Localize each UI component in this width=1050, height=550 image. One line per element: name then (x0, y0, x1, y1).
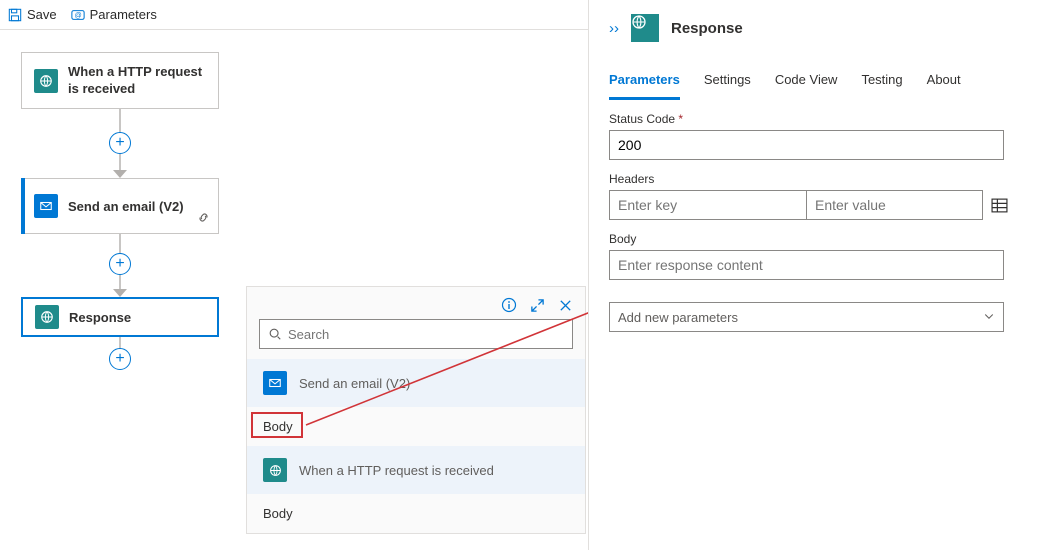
email-icon (263, 371, 287, 395)
node-email-label: Send an email (V2) (68, 199, 184, 214)
details-panel: ›› Response Parameters Settings Code Vie… (588, 0, 1050, 550)
search-input[interactable] (282, 327, 564, 342)
dynamic-content-picker: Send an email (V2) Body When a HTTP requ… (246, 286, 586, 534)
save-icon (8, 8, 22, 22)
field-headers: Headers (589, 160, 1050, 220)
link-icon (197, 211, 210, 227)
node-response-label: Response (69, 310, 131, 325)
picker-email-label: Send an email (V2) (299, 376, 410, 391)
add-step-button[interactable]: + (109, 253, 131, 275)
field-status-code: Status Code * (589, 100, 1050, 160)
tab-parameters[interactable]: Parameters (609, 66, 680, 100)
tab-settings[interactable]: Settings (704, 66, 751, 100)
header-value-input[interactable] (806, 190, 983, 220)
picker-search[interactable] (259, 319, 573, 349)
body-input[interactable] (609, 250, 1004, 280)
expand-icon[interactable] (529, 297, 545, 313)
body-text-2: Body (263, 506, 293, 521)
tab-codeview[interactable]: Code View (775, 66, 838, 100)
node-send-email[interactable]: Send an email (V2) (21, 178, 219, 234)
parameters-button[interactable]: @ Parameters (71, 7, 157, 22)
save-label: Save (27, 7, 57, 22)
field-body: Body (589, 220, 1050, 280)
panel-header: ›› Response (589, 0, 1050, 56)
status-code-input[interactable] (609, 130, 1004, 160)
header-key-input[interactable] (609, 190, 806, 220)
status-label: Status Code (609, 112, 675, 126)
connector (119, 109, 121, 133)
parameters-icon: @ (71, 8, 85, 22)
chevron-down-icon (983, 310, 995, 325)
field-add-params: Add new parameters (589, 280, 1050, 332)
info-icon[interactable] (501, 297, 517, 313)
parameters-label: Parameters (90, 7, 157, 22)
tab-testing[interactable]: Testing (861, 66, 902, 100)
connector (119, 234, 121, 254)
picker-toolbar (247, 287, 585, 319)
arrow-down-icon (113, 170, 127, 178)
node-http-label: When a HTTP request is received (68, 64, 206, 97)
globe-icon (263, 458, 287, 482)
collapse-icon[interactable]: ›› (609, 20, 619, 37)
panel-title: Response (671, 20, 743, 37)
left-accent (21, 178, 25, 234)
body-label: Body (609, 232, 1030, 246)
node-http-trigger[interactable]: When a HTTP request is received (21, 52, 219, 109)
close-icon[interactable] (557, 297, 573, 313)
table-mode-icon[interactable] (991, 197, 1008, 214)
http-icon (34, 69, 58, 93)
picker-http-label: When a HTTP request is received (299, 463, 494, 478)
add-step-button[interactable]: + (109, 132, 131, 154)
add-parameters-select[interactable]: Add new parameters (609, 302, 1004, 332)
highlight-box (251, 412, 303, 438)
arrow-down-icon (113, 289, 127, 297)
picker-group-http[interactable]: When a HTTP request is received (247, 446, 585, 494)
globe-icon (631, 14, 659, 42)
picker-group-email[interactable]: Send an email (V2) (247, 359, 585, 407)
add-step-button[interactable]: + (109, 348, 131, 370)
email-icon (34, 194, 58, 218)
globe-icon (35, 305, 59, 329)
required-icon: * (678, 112, 683, 126)
tab-about[interactable]: About (927, 66, 961, 100)
svg-text:@: @ (74, 12, 81, 19)
save-button[interactable]: Save (8, 7, 57, 22)
node-response[interactable]: Response (21, 297, 219, 337)
add-params-label: Add new parameters (618, 310, 738, 325)
headers-label: Headers (609, 172, 1030, 186)
panel-tabs: Parameters Settings Code View Testing Ab… (589, 56, 1050, 100)
picker-item-http-body[interactable]: Body (247, 494, 585, 533)
search-icon (268, 327, 282, 341)
